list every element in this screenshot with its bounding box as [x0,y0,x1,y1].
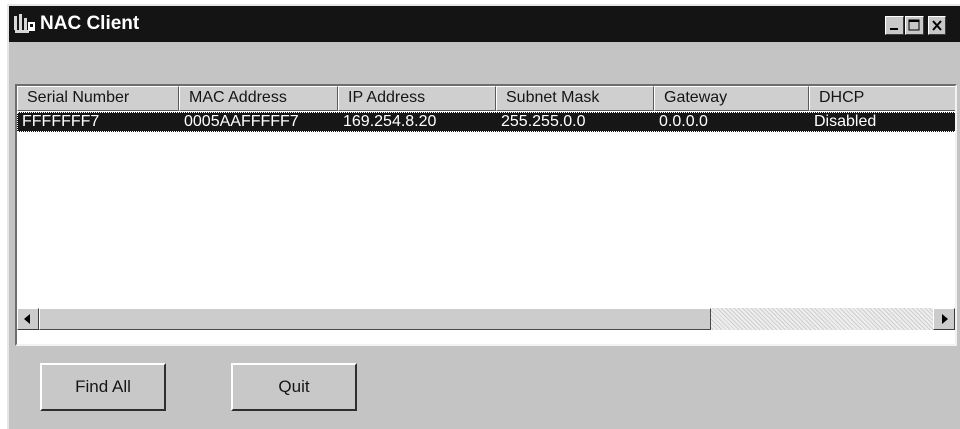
arrow-left-icon [24,314,30,324]
arrow-right-icon [942,314,948,324]
nac-client-window: NAC Client Serial Number MAC Address IP … [7,4,960,429]
device-list[interactable]: Serial Number MAC Address IP Address Sub… [15,84,957,346]
cell-mac-address: 0005AAFFFFF7 [184,113,299,130]
column-header-gateway[interactable]: Gateway [654,86,809,111]
title-bar[interactable]: NAC Client [9,6,960,42]
close-icon [932,20,942,31]
minimize-button[interactable] [885,16,904,35]
scrollbar-thumb[interactable] [39,308,711,330]
close-button[interactable] [928,16,946,35]
cell-serial-number: FFFFFFF7 [22,113,100,130]
network-app-icon[interactable] [13,13,37,35]
scroll-left-button[interactable] [17,308,39,330]
column-header-ip-address[interactable]: IP Address [338,86,496,111]
cell-subnet-mask: 255.255.0.0 [501,113,586,130]
maximize-button[interactable] [905,16,924,35]
list-header: Serial Number MAC Address IP Address Sub… [17,86,955,111]
minimize-icon [890,28,898,30]
column-header-serial-number[interactable]: Serial Number [17,86,179,111]
maximize-icon [908,19,920,31]
column-header-subnet-mask[interactable]: Subnet Mask [496,86,654,111]
window-title: NAC Client [40,13,140,34]
horizontal-scrollbar[interactable] [17,308,955,330]
column-header-mac-address[interactable]: MAC Address [179,86,338,111]
cell-ip-address: 169.254.8.20 [343,113,437,130]
cell-gateway: 0.0.0.0 [659,113,708,130]
scroll-right-button[interactable] [933,308,955,330]
quit-button[interactable]: Quit [231,363,357,411]
cell-dhcp: Disabled [814,113,877,130]
column-header-dhcp[interactable]: DHCP [809,86,955,111]
table-row[interactable]: FFFFFFF7 0005AAFFFFF7 169.254.8.20 255.2… [17,112,955,132]
find-all-button[interactable]: Find All [40,363,166,411]
